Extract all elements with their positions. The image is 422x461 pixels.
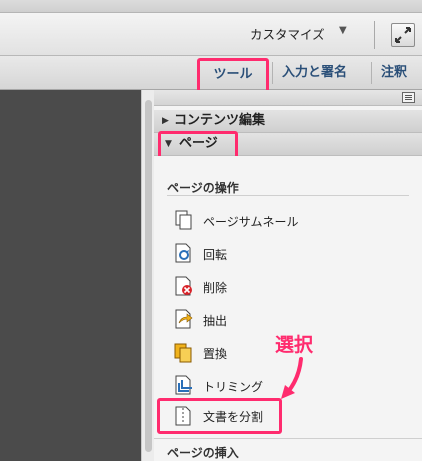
expand-button[interactable] [391, 23, 415, 47]
scrollbar-thumb[interactable] [145, 100, 152, 452]
tool-label: 文書を分割 [203, 410, 264, 424]
tools-panel: ▶ コンテンツ編集 ▼ ページ ページの操作 ページサムネール 回転 削除 抽出… [154, 90, 422, 461]
crop-icon [175, 375, 192, 395]
expand-icon [395, 27, 411, 43]
replace-icon [174, 343, 192, 363]
document-view[interactable] [0, 90, 141, 461]
tool-delete[interactable]: 削除 [173, 275, 413, 299]
section-pages[interactable]: ▼ ページ [154, 131, 422, 162]
triangle-right-icon: ▶ [162, 116, 169, 126]
divider [374, 21, 375, 49]
section-label: コンテンツ編集 [174, 113, 266, 128]
section-label: ページ [179, 136, 218, 151]
arrow-icon [281, 357, 303, 399]
tool-label: トリミング [203, 380, 264, 394]
tool-tabs: ツール 入力と署名 注釈 [0, 56, 422, 93]
divider [154, 438, 422, 439]
select-annotation: 選択 [275, 334, 314, 356]
split-document-icon [175, 406, 191, 426]
tab-fill-sign[interactable]: 入力と署名 [282, 56, 347, 89]
tool-rotate[interactable]: 回転 [173, 242, 413, 266]
tool-extract[interactable]: 抽出 [173, 308, 413, 332]
triangle-down-icon: ▼ [165, 139, 172, 149]
customize-bar: カスタマイズ ▼ [0, 13, 422, 56]
tool-split-document[interactable]: 文書を分割 [157, 398, 282, 434]
panel-top-bar [154, 90, 422, 106]
delete-page-icon [175, 276, 192, 296]
rotate-icon [175, 243, 191, 263]
tool-label: 抽出 [203, 314, 228, 328]
extract-icon [175, 309, 193, 329]
insert-pages-title: ページの挿入 [167, 446, 239, 460]
tool-label: 置換 [203, 347, 228, 361]
section-content-edit[interactable]: ▶ コンテンツ編集 [154, 110, 422, 133]
panel-options-icon[interactable] [402, 92, 415, 103]
tool-page-thumbnails[interactable]: ページサムネール [173, 209, 413, 233]
tab-comment[interactable]: 注釈 [381, 56, 407, 89]
chevron-down-icon[interactable]: ▼ [339, 25, 347, 36]
tool-label: 削除 [203, 281, 228, 295]
tool-label: ページサムネール [203, 215, 299, 229]
page-thumbnails-icon [175, 210, 192, 230]
divider [167, 195, 409, 196]
page-ops-title: ページの操作 [167, 181, 239, 195]
window-title-bar [0, 0, 422, 13]
customize-menu[interactable]: カスタマイズ [250, 24, 325, 43]
tab-tools[interactable]: ツール [197, 58, 269, 93]
tab-divider [272, 62, 273, 84]
vertical-scrollbar[interactable] [141, 90, 154, 461]
tool-label: 回転 [203, 248, 228, 262]
tab-divider [371, 62, 372, 84]
pages-section-body: ページの操作 ページサムネール 回転 削除 抽出 置換 トリミング 文書を分割 … [154, 156, 422, 461]
